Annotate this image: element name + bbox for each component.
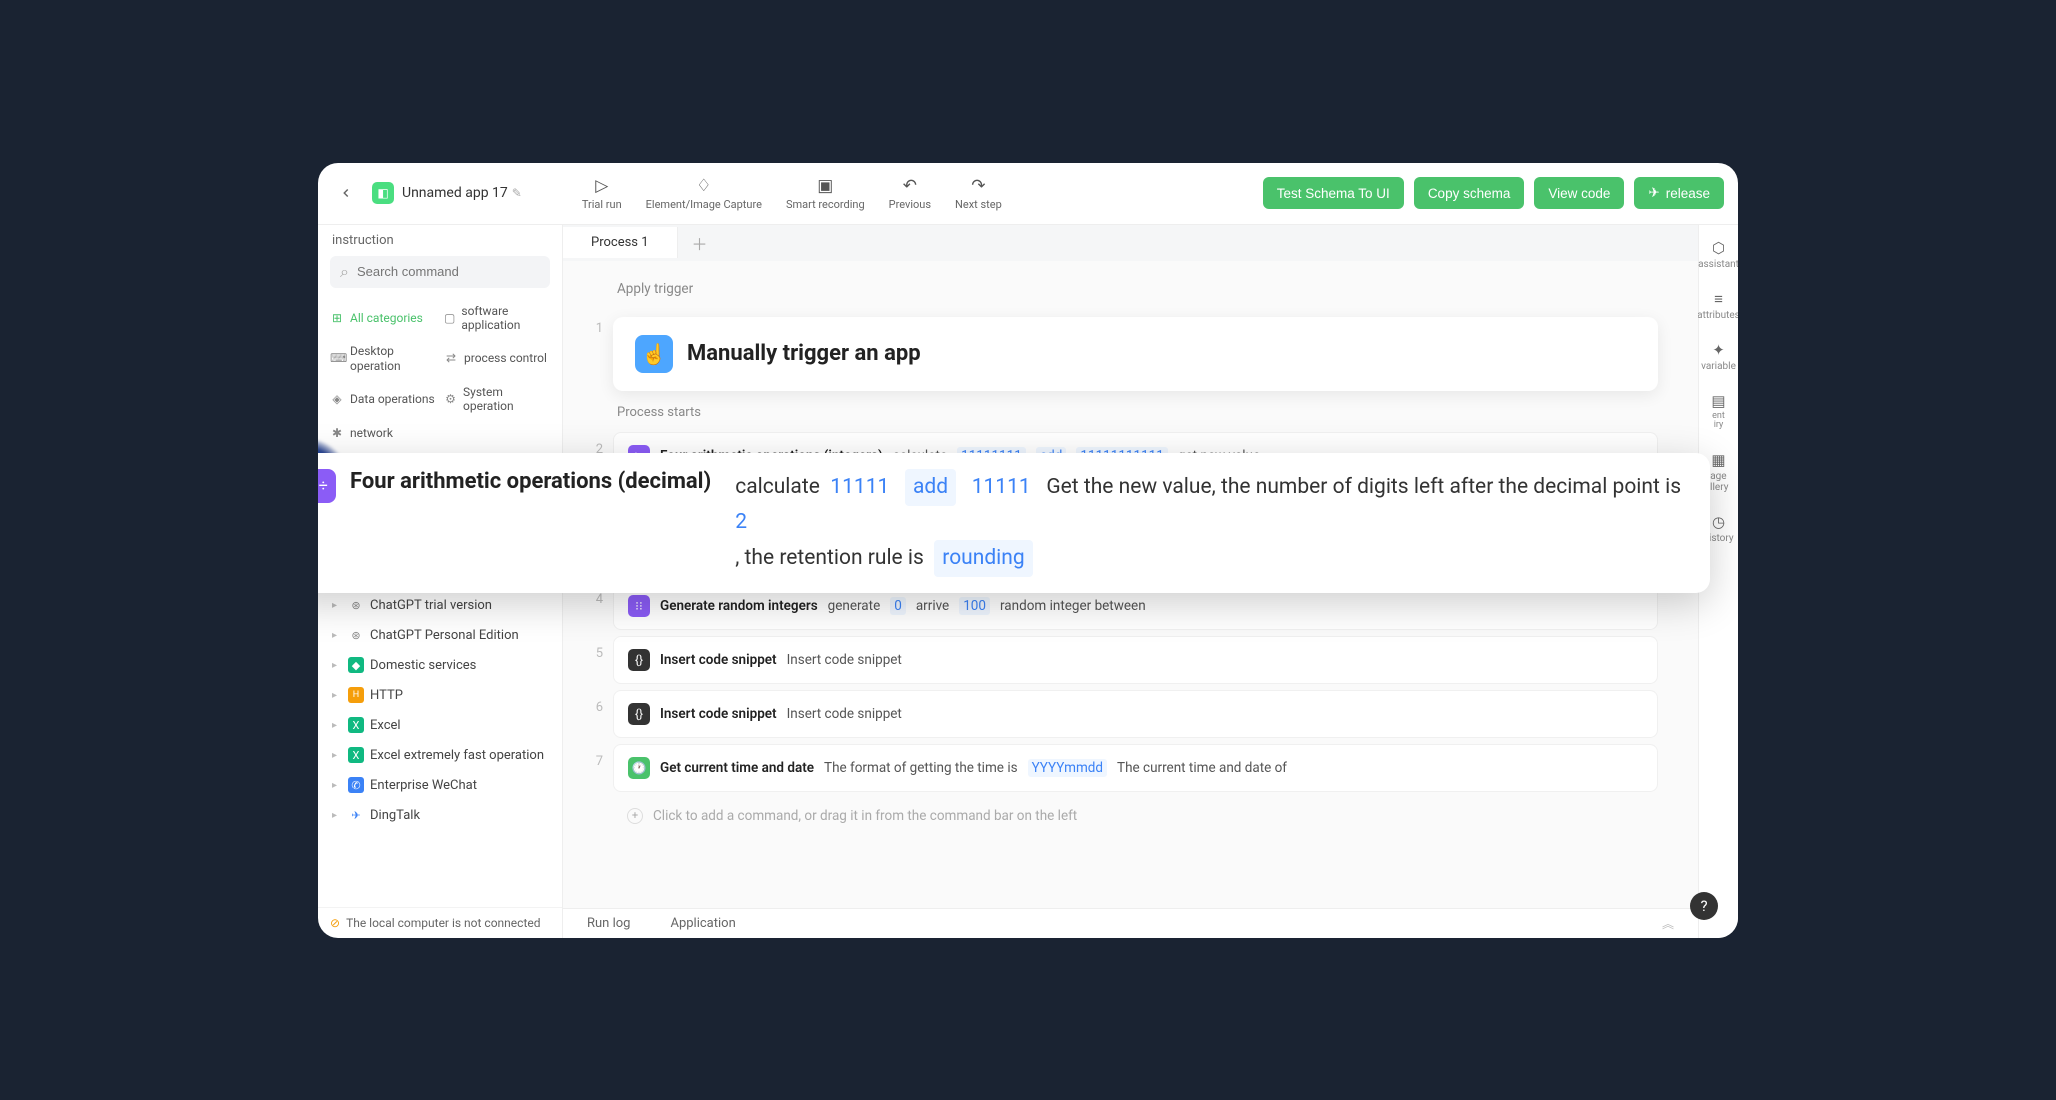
search-icon: ⌕ — [340, 262, 349, 282]
category-all[interactable]: ⊞All categories — [328, 300, 438, 337]
redo-icon: ↷ — [971, 176, 985, 196]
copy-schema-button[interactable]: Copy schema — [1414, 177, 1525, 209]
category-system[interactable]: ⚙System operation — [442, 381, 552, 418]
left-panel-title: instruction — [318, 225, 562, 256]
next-step-button[interactable]: ↷Next step — [955, 176, 1002, 211]
view-code-button[interactable]: View code — [1534, 177, 1624, 209]
app-title: Unnamed app 17 — [402, 185, 508, 201]
application-tab[interactable]: Application — [670, 916, 735, 931]
help-button[interactable]: ? — [1690, 892, 1718, 920]
tree-excel-fast[interactable]: ▸XExcel extremely fast operation — [326, 740, 554, 770]
http-icon: H — [348, 687, 364, 703]
popup-title: Four arithmetic operations (decimal) — [350, 469, 711, 494]
line-number: 6 — [583, 690, 613, 715]
run-log-tab[interactable]: Run log — [587, 916, 630, 931]
plus-icon: + — [627, 808, 643, 824]
target-icon: ♢ — [696, 176, 711, 196]
rail-variable[interactable]: ✦variable — [1701, 341, 1736, 372]
hand-tap-icon: ☝ — [635, 335, 673, 373]
collapse-icon[interactable]: ︽ — [1662, 915, 1674, 932]
grid-icon: ⊞ — [330, 311, 344, 325]
tab-process-1[interactable]: Process 1 — [563, 227, 678, 258]
excel-icon: X — [348, 747, 364, 763]
database-icon: ◈ — [330, 392, 344, 406]
apply-trigger-label: Apply trigger — [613, 273, 693, 305]
popup-body: calculate 11111 add 11111 Get the new va… — [735, 469, 1688, 578]
camera-icon: ▣ — [817, 176, 833, 196]
line-number: 5 — [583, 636, 613, 661]
edit-title-icon[interactable]: ✎ — [512, 186, 522, 200]
release-button[interactable]: ✈release — [1634, 177, 1724, 209]
element-capture-button[interactable]: ♢Element/Image Capture — [646, 176, 762, 211]
step-card-6[interactable]: {} Insert code snippet Insert code snipp… — [613, 690, 1658, 738]
code-icon: {} — [628, 703, 650, 725]
category-network[interactable]: ✱network — [328, 422, 438, 444]
top-bar: ◧ Unnamed app 17 ✎ ▷Trial run ♢Element/I… — [318, 163, 1738, 225]
flow-icon: ⇄ — [444, 351, 458, 365]
tree-wechat[interactable]: ▸✆Enterprise WeChat — [326, 770, 554, 800]
tree-domestic[interactable]: ▸◆Domestic services — [326, 650, 554, 680]
back-button[interactable] — [332, 179, 360, 207]
rail-element-library[interactable]: ▤entiry — [1711, 392, 1725, 432]
math-decimal-icon: ±÷ — [318, 469, 336, 503]
smart-recording-button[interactable]: ▣Smart recording — [786, 176, 865, 211]
step-card-5[interactable]: {} Insert code snippet Insert code snipp… — [613, 636, 1658, 684]
step-tooltip-popup: ±÷ Four arithmetic operations (decimal) … — [318, 453, 1710, 594]
gear-icon: ⚙ — [444, 392, 457, 406]
category-software[interactable]: ▢software application — [442, 300, 552, 337]
chatgpt-icon: ⊛ — [348, 627, 364, 643]
variable-icon: ✦ — [1712, 341, 1725, 359]
trial-run-button[interactable]: ▷Trial run — [582, 176, 622, 211]
tree-dingtalk[interactable]: ▸✈DingTalk — [326, 800, 554, 830]
line-number: 7 — [583, 744, 613, 769]
undo-icon: ↶ — [903, 176, 917, 196]
step-card-7[interactable]: 🕐 Get current time and date The format o… — [613, 744, 1658, 792]
dingtalk-icon: ✈ — [348, 807, 364, 823]
excel-icon: X — [348, 717, 364, 733]
wechat-icon: ✆ — [348, 777, 364, 793]
layers-icon: ▤ — [1711, 392, 1725, 410]
trigger-card[interactable]: ☝ Manually trigger an app — [613, 317, 1658, 391]
send-icon: ✈ — [1648, 185, 1659, 201]
assistant-icon: ⬡ — [1712, 239, 1725, 257]
connection-status: ⊘ The local computer is not connected — [318, 907, 562, 938]
chatgpt-icon: ⊛ — [348, 597, 364, 613]
desktop-icon: ⌨ — [330, 351, 344, 365]
trigger-title: Manually trigger an app — [687, 341, 921, 366]
app-logo-icon: ◧ — [372, 182, 394, 204]
process-starts-label: Process starts — [613, 399, 701, 426]
test-schema-button[interactable]: Test Schema To UI — [1263, 177, 1404, 209]
network-icon: ✱ — [330, 426, 344, 440]
category-desktop[interactable]: ⌨Desktop operation — [328, 340, 438, 377]
sliders-icon: ≡ — [1714, 290, 1723, 308]
monitor-icon: ▢ — [444, 311, 455, 325]
add-command-row[interactable]: + Click to add a command, or drag it in … — [613, 798, 1658, 834]
code-icon: {} — [628, 649, 650, 671]
history-icon: ◷ — [1712, 513, 1725, 531]
tree-http[interactable]: ▸HHTTP — [326, 680, 554, 710]
category-data[interactable]: ◈Data operations — [328, 381, 438, 418]
clock-icon: 🕐 — [628, 757, 650, 779]
play-icon: ▷ — [595, 176, 608, 196]
service-icon: ◆ — [348, 657, 364, 673]
previous-button[interactable]: ↶Previous — [889, 176, 931, 211]
search-input[interactable] — [357, 264, 540, 279]
tree-excel[interactable]: ▸XExcel — [326, 710, 554, 740]
rail-attributes[interactable]: ≡attributes — [1697, 290, 1738, 321]
image-icon: ▦ — [1711, 451, 1725, 469]
rail-assistant[interactable]: ⬡assistant — [1698, 239, 1738, 270]
tree-gpt-personal[interactable]: ▸⊛ChatGPT Personal Edition — [326, 620, 554, 650]
connection-icon: ⊘ — [330, 916, 340, 930]
tree-gpt-trial[interactable]: ▸⊛ChatGPT trial version — [326, 590, 554, 620]
category-process[interactable]: ⇄process control — [442, 340, 552, 377]
search-box[interactable]: ⌕ — [330, 256, 550, 288]
add-tab-button[interactable]: ＋ — [678, 225, 722, 263]
random-icon: ⁝⁝ — [628, 595, 650, 617]
line-number: 1 — [583, 311, 613, 336]
